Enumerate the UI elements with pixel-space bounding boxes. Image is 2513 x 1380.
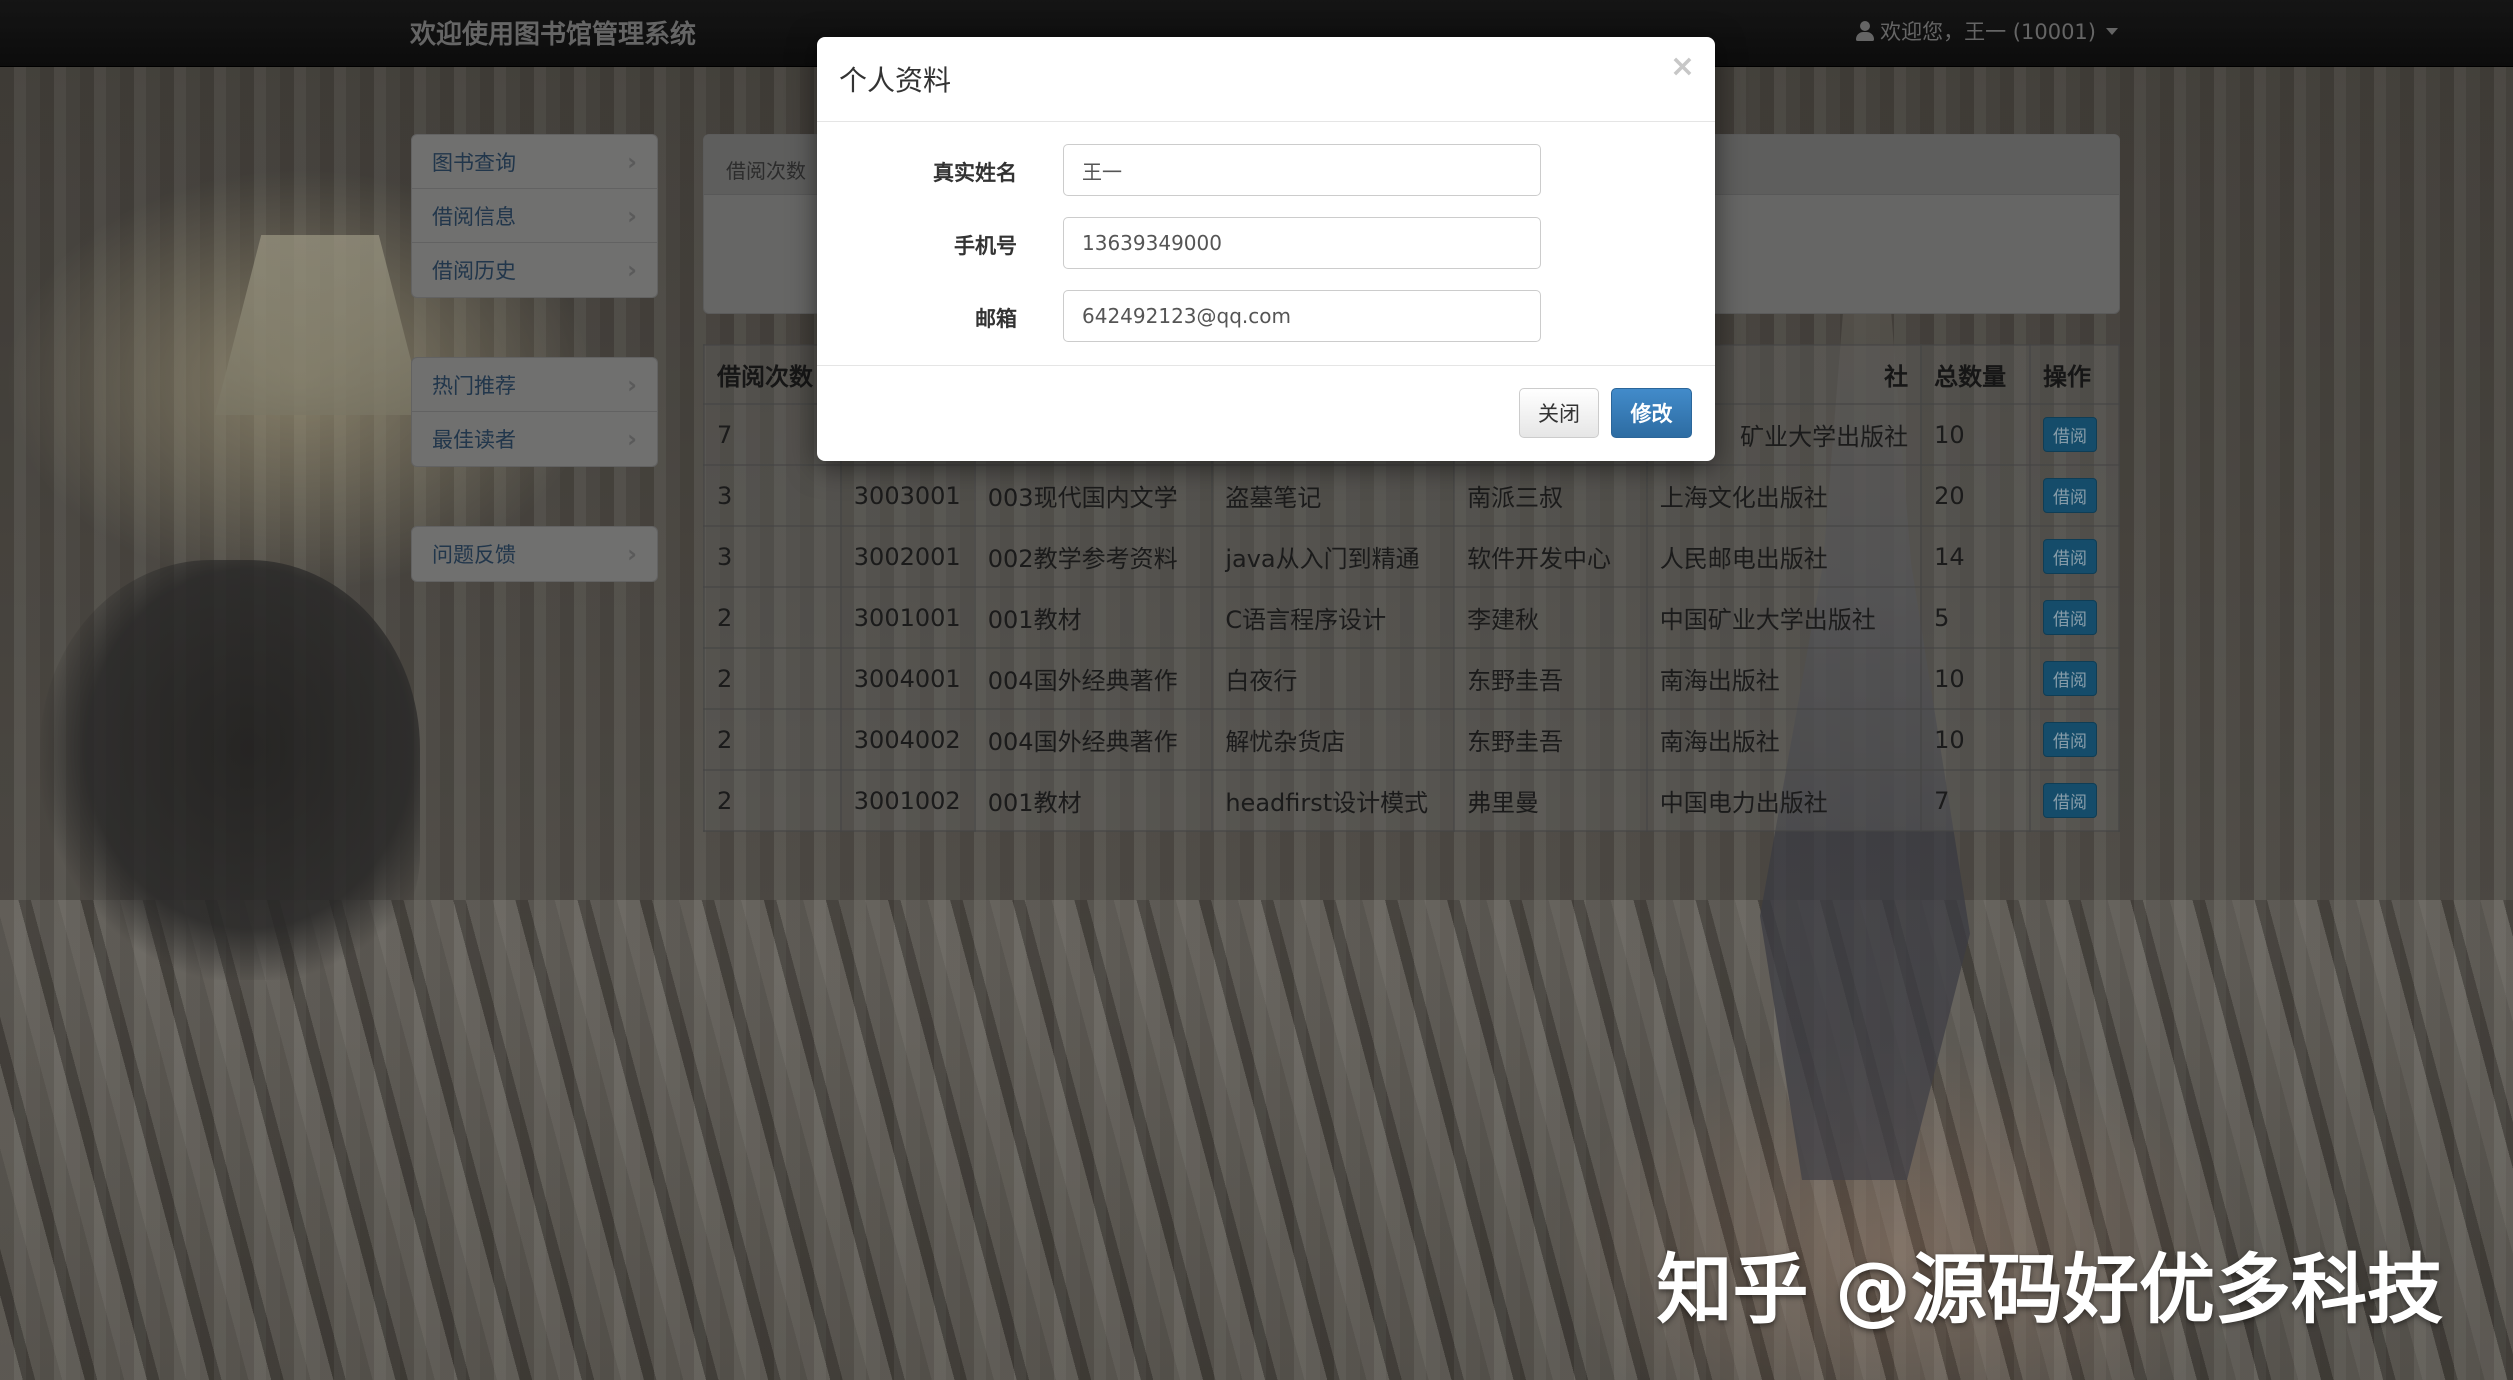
phone-input[interactable] xyxy=(1063,217,1541,269)
modify-button[interactable]: 修改 xyxy=(1611,388,1692,438)
close-button[interactable]: 关闭 xyxy=(1519,388,1599,438)
real-name-label: 真实姓名 xyxy=(933,161,1017,185)
real-name-input[interactable] xyxy=(1063,144,1541,196)
modal-title: 个人资料 xyxy=(839,64,952,97)
profile-modal: 个人资料 × 真实姓名 手机号 邮箱 关闭 修改 xyxy=(817,37,1715,461)
phone-row: 手机号 xyxy=(817,217,1715,271)
email-input[interactable] xyxy=(1063,290,1541,342)
real-name-row: 真实姓名 xyxy=(817,144,1715,198)
phone-label: 手机号 xyxy=(954,234,1017,258)
modal-footer: 关闭 修改 xyxy=(817,365,1715,461)
zhihu-watermark: 知乎 @源码好优多科技 xyxy=(1656,1245,2443,1334)
email-label: 邮箱 xyxy=(975,307,1017,331)
email-row: 邮箱 xyxy=(817,290,1715,344)
close-icon[interactable]: × xyxy=(1670,49,1695,84)
modal-header: 个人资料 × xyxy=(817,37,1715,122)
